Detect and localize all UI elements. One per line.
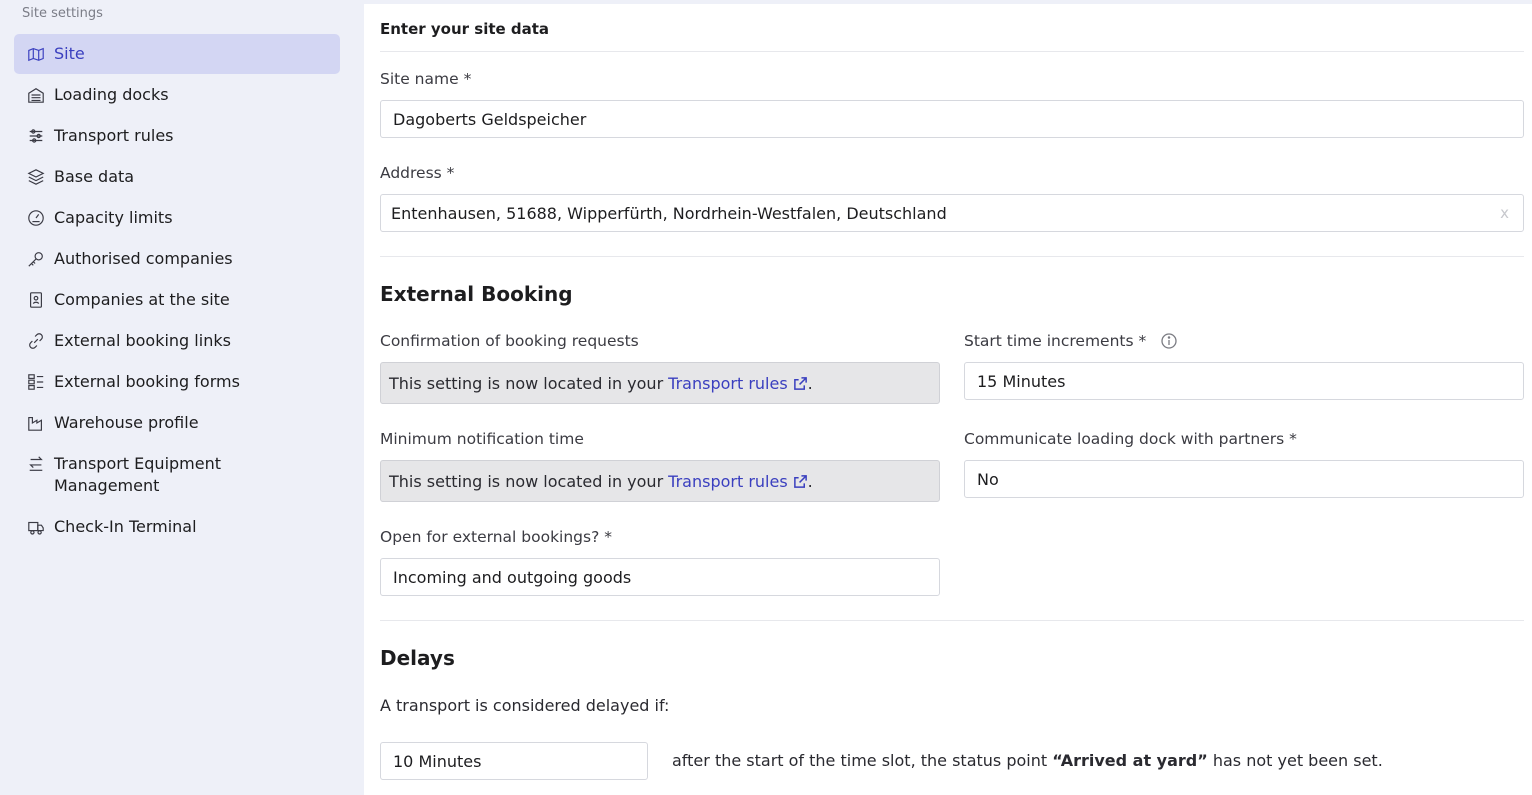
open-bookings-select[interactable]: Incoming and outgoing goods (380, 558, 940, 596)
open-bookings-label: Open for external bookings? * (380, 528, 613, 546)
main-panel: Enter your site data Site name * Dagober… (364, 4, 1532, 795)
address-input[interactable]: Entenhausen, 51688, Wipperfürth, Nordrhe… (380, 194, 1524, 232)
warehouse-icon (26, 85, 46, 105)
sidebar-item-label: External booking forms (54, 372, 240, 391)
communicate-label: Communicate loading dock with partners * (964, 430, 1297, 448)
communicate-select[interactable]: No (964, 460, 1524, 498)
sidebar-item-label: Transport Equipment Management (54, 454, 222, 495)
link-icon (26, 331, 46, 351)
external-link-icon[interactable] (793, 376, 808, 391)
map-icon (26, 44, 46, 64)
sidebar: Site settings Site Loading docks Transpo… (0, 0, 352, 795)
sidebar-item-external-booking-links[interactable]: External booking links (14, 321, 340, 361)
sidebar-item-warehouse-profile[interactable]: Warehouse profile (14, 403, 340, 443)
delay-text-after: has not yet been set. (1212, 751, 1383, 770)
sidebar-item-label: Capacity limits (54, 208, 173, 227)
sidebar-item-label: Transport rules (54, 126, 174, 145)
min-notification-info-box: This setting is now located in your Tran… (380, 460, 940, 502)
sidebar-item-capacity-limits[interactable]: Capacity limits (14, 198, 340, 238)
sidebar-item-companies-at-site[interactable]: Companies at the site (14, 280, 340, 320)
transport-rules-link[interactable]: Transport rules (668, 472, 788, 491)
clear-address-button[interactable]: x (1500, 204, 1509, 222)
address-label: Address * (380, 164, 455, 182)
delays-intro: A transport is considered delayed if: (380, 696, 670, 715)
start-time-label-row: Start time increments * (964, 332, 1177, 350)
info-icon[interactable] (1161, 333, 1177, 349)
sidebar-item-label: External booking links (54, 331, 231, 350)
address-value: Entenhausen, 51688, Wipperfürth, Nordrhe… (391, 203, 947, 223)
sidebar-item-label: Check-In Terminal (54, 517, 197, 536)
sidebar-item-authorised-companies[interactable]: Authorised companies (14, 239, 340, 279)
site-name-label: Site name * (380, 70, 472, 88)
sidebar-item-label: Companies at the site (54, 290, 230, 309)
site-name-input[interactable]: Dagoberts Geldspeicher (380, 100, 1524, 138)
period: . (807, 373, 813, 393)
grid-icon (26, 372, 46, 392)
confirmation-info-box: This setting is now located in your Tran… (380, 362, 940, 404)
min-notification-label: Minimum notification time (380, 430, 584, 448)
external-link-icon[interactable] (793, 474, 808, 489)
min-notification-text: This setting is now located in your (389, 471, 664, 491)
sidebar-nav: Site Loading docks Transport rules Base … (14, 34, 340, 548)
external-booking-title: External Booking (380, 282, 573, 306)
status-point: “Arrived at yard” (1052, 751, 1208, 770)
sidebar-item-label: Base data (54, 167, 135, 186)
sidebar-item-loading-docks[interactable]: Loading docks (14, 75, 340, 115)
truck-icon (26, 517, 46, 537)
sidebar-item-label: Loading docks (54, 85, 169, 104)
sidebar-heading: Site settings (22, 6, 103, 21)
sliders-icon (26, 126, 46, 146)
sidebar-item-external-booking-forms[interactable]: External booking forms (14, 362, 340, 402)
sidebar-item-label: Site (54, 44, 85, 63)
sidebar-item-transport-equipment[interactable]: Transport Equipment Management (14, 444, 340, 506)
start-time-select[interactable]: 15 Minutes (964, 362, 1524, 400)
transport-rules-link[interactable]: Transport rules (668, 374, 788, 393)
divider (380, 256, 1524, 257)
sidebar-item-check-in-terminal[interactable]: Check-In Terminal (14, 507, 340, 547)
delay-description: after the start of the time slot, the st… (672, 751, 1383, 770)
divider (380, 51, 1524, 52)
delays-title: Delays (380, 646, 455, 670)
sidebar-item-site[interactable]: Site (14, 34, 340, 74)
sidebar-item-label: Warehouse profile (54, 413, 199, 432)
layers-icon (26, 167, 46, 187)
start-time-label: Start time increments * (964, 332, 1147, 350)
gauge-icon (26, 208, 46, 228)
sidebar-item-transport-rules[interactable]: Transport rules (14, 116, 340, 156)
divider (380, 620, 1524, 621)
delay-minutes-select[interactable]: 10 Minutes (380, 742, 648, 780)
period: . (807, 471, 813, 491)
key-icon (26, 249, 46, 269)
contact-icon (26, 290, 46, 310)
delay-text-before: after the start of the time slot, the st… (672, 751, 1048, 770)
sidebar-item-base-data[interactable]: Base data (14, 157, 340, 197)
confirmation-label: Confirmation of booking requests (380, 332, 639, 350)
factory-icon (26, 413, 46, 433)
sidebar-item-label: Authorised companies (54, 249, 233, 268)
transfer-icon (26, 454, 46, 474)
confirmation-text: This setting is now located in your (389, 373, 664, 393)
site-data-title: Enter your site data (380, 20, 550, 38)
